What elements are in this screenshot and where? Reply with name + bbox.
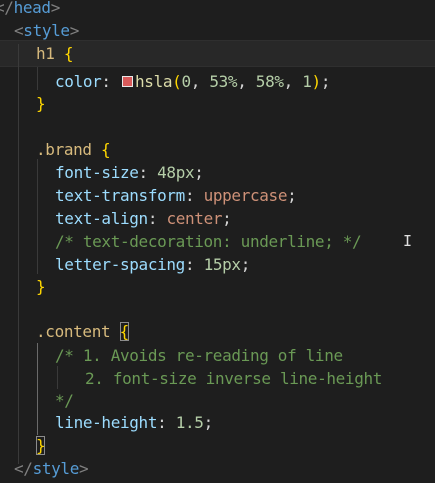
code-line-color: color: hsla(0, 53%, 58%, 1); — [55, 72, 331, 91]
h1-brace-close: } — [36, 94, 46, 113]
code-line-style-open: <style> — [14, 21, 80, 40]
code-line-comment-3: */ — [55, 389, 74, 412]
font-size-value: 48px — [157, 163, 195, 182]
code-line-style-close: </style> — [14, 459, 89, 478]
head-tag: head — [13, 0, 51, 17]
content-brace-close: } — [36, 436, 46, 455]
code-line-head: </head> — [0, 0, 61, 17]
line-height-property: line-height — [55, 413, 158, 432]
code-line-line-height: line-height: 1.5; — [55, 413, 213, 432]
code-editor[interactable]: </head> <style> h1 { color: hsla(0, 53%,… — [0, 0, 435, 483]
code-line-content-close: } — [36, 434, 46, 457]
text-transform-property: text-transform — [55, 186, 185, 205]
text-transform-value: uppercase — [203, 186, 288, 205]
indent-guide-comment — [57, 366, 58, 389]
code-line-h1: h1 { — [36, 42, 74, 65]
letter-spacing-value: 15px — [203, 255, 241, 274]
code-line-comment-1: /* 1. Avoids re-reading of line — [55, 344, 343, 367]
h1-brace-open: { — [63, 44, 74, 63]
style-close-tag: style — [32, 459, 80, 478]
commented-text-decoration: /* text-decoration: underline; */ — [55, 232, 362, 251]
comment-line-2: 2. font-size inverse line-height — [85, 369, 383, 388]
comment-line-1: /* 1. Avoids re-reading of line — [55, 346, 343, 365]
code-line-brand: .brand { — [36, 138, 111, 161]
text-ibeam-cursor-icon: I — [403, 232, 412, 250]
code-line-text-transform: text-transform: uppercase; — [55, 186, 297, 205]
indent-guide-style — [18, 44, 19, 464]
letter-spacing-property: letter-spacing — [55, 255, 185, 274]
code-line-brand-close: } — [36, 275, 46, 298]
style-open-tag: style — [23, 21, 70, 40]
hsla-function: hsla — [135, 72, 173, 91]
comment-line-3: */ — [55, 391, 74, 410]
code-line-comment-2: 2. font-size inverse line-height — [85, 367, 382, 390]
text-align-property: text-align — [55, 209, 148, 228]
code-line-commented: /* text-decoration: underline; */ — [55, 230, 362, 253]
font-size-property: font-size — [55, 163, 139, 182]
code-line-font-size: font-size: 48px; — [55, 163, 204, 182]
code-line-content: .content { — [36, 320, 129, 343]
code-line-letter-spacing: letter-spacing: 15px; — [55, 255, 250, 274]
brand-selector: .brand — [36, 140, 92, 159]
color-swatch-icon[interactable] — [122, 75, 134, 87]
brand-brace-open: { — [101, 140, 111, 159]
code-line-h1-close: } — [36, 92, 46, 115]
code-line-text-align: text-align: center; — [55, 209, 232, 228]
content-selector: .content — [36, 322, 111, 341]
text-align-value: center — [166, 209, 223, 228]
color-property: color — [55, 72, 102, 91]
content-brace-open: { — [119, 322, 129, 341]
line-height-value: 1.5 — [175, 413, 204, 432]
indent-guide-content — [37, 343, 38, 435]
brand-brace-close: } — [36, 277, 46, 296]
indent-guide-brand — [37, 159, 38, 274]
indent-guide-h1 — [37, 67, 38, 90]
h1-selector: h1 — [36, 44, 55, 63]
